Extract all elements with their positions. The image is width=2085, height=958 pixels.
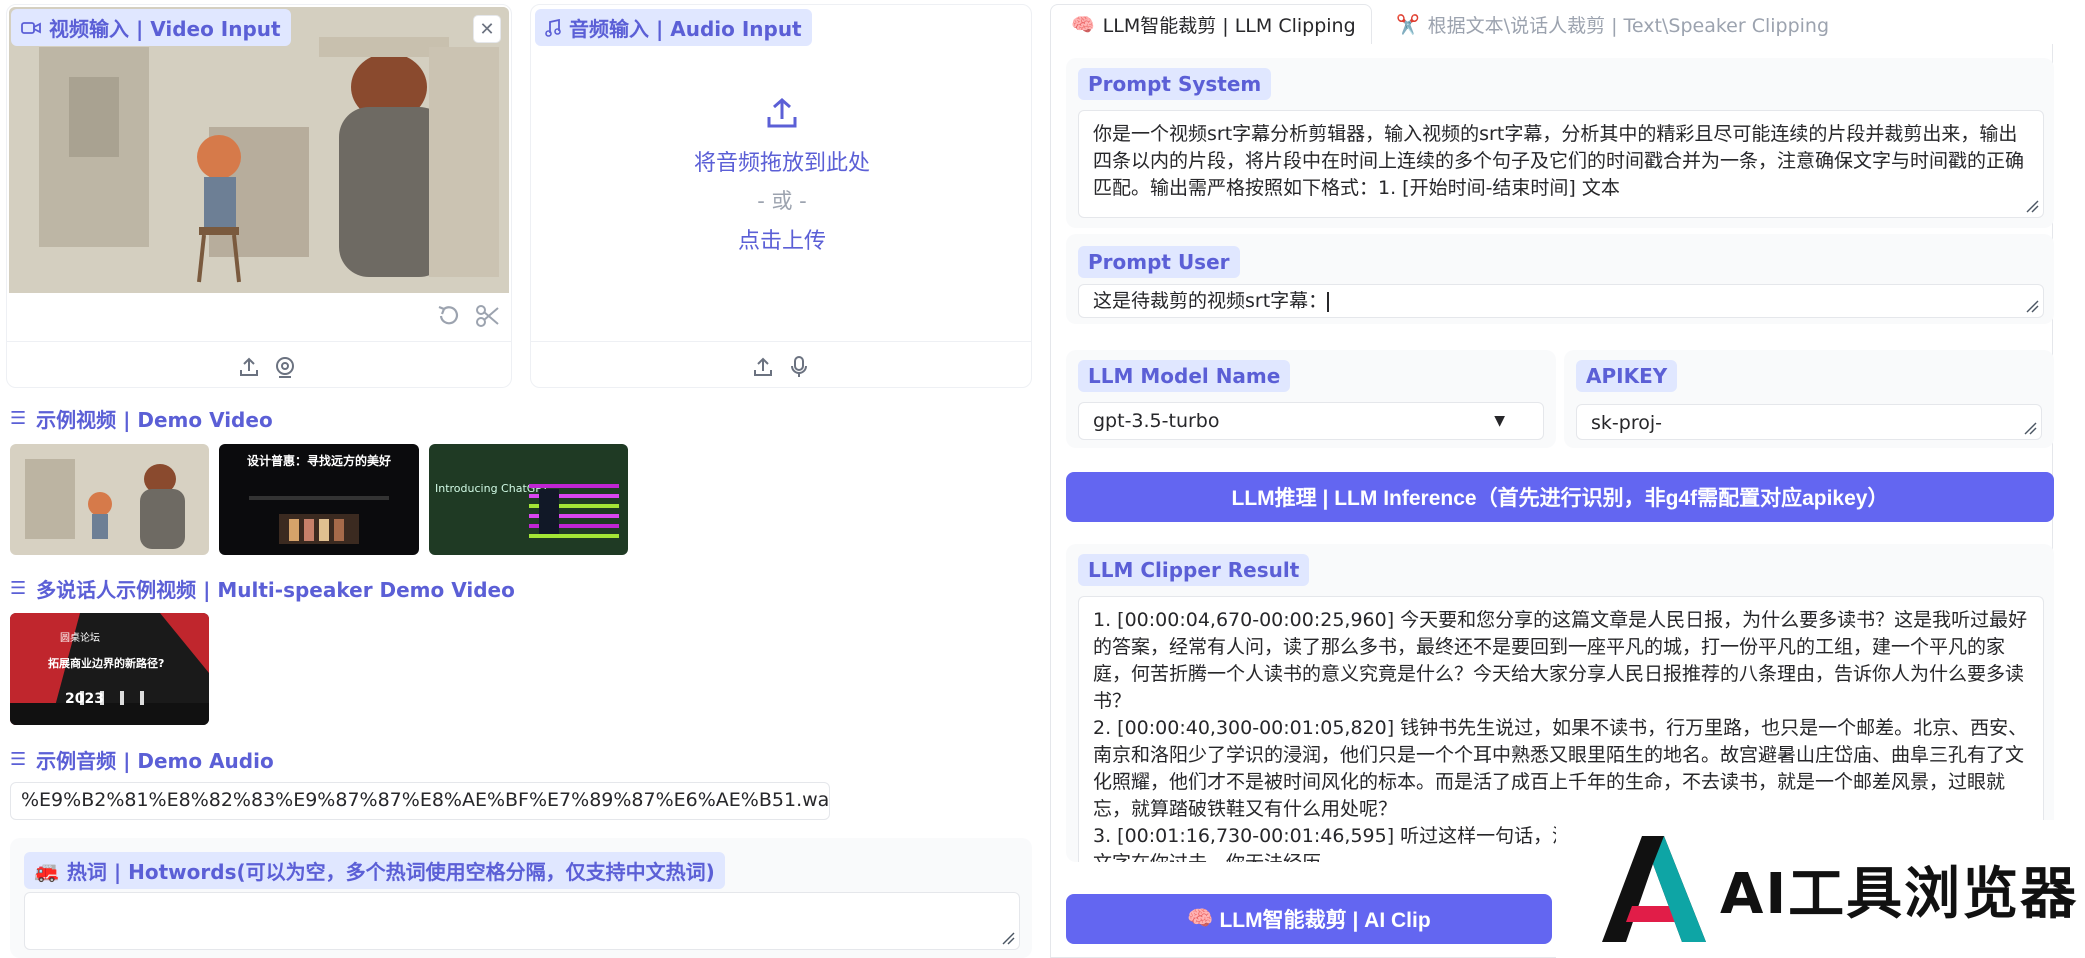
video-input-panel: ✕ 视频输入 | Video Input — [6, 4, 512, 388]
video-player[interactable]: ✕ — [9, 7, 509, 293]
llm-inference-button[interactable]: LLM推理 | LLM Inference（首先进行识别，非g4f需配置对应ap… — [1066, 472, 2054, 522]
video-input-label-text: 视频输入 | Video Input — [49, 17, 281, 41]
hotwords-input[interactable] — [24, 892, 1020, 950]
close-video-button[interactable]: ✕ — [473, 15, 501, 43]
dropdown-caret-icon: ▼ — [1494, 413, 1505, 429]
audio-input-label: 音频输入 | Audio Input — [535, 9, 812, 46]
audio-or-text: - 或 - — [757, 189, 807, 213]
trim-scissors-icon[interactable] — [475, 303, 501, 329]
list-icon: ☰ — [10, 408, 27, 429]
resize-grip-icon[interactable] — [1001, 931, 1015, 945]
clipper-result-line-1: 1. [00:00:04,670-00:00:25,960] 今天要和您分享的这… — [1093, 609, 2028, 712]
microphone-icon[interactable] — [787, 355, 811, 379]
apikey-label: APIKEY — [1576, 360, 1678, 392]
ai-clip-button-label: LLM智能裁剪 | AI Clip — [1219, 909, 1431, 932]
demo-video-thumb-2[interactable]: 设计普惠：寻找远方的美好 — [219, 444, 419, 555]
demo-audio-title: ☰ 示例音频 | Demo Audio — [10, 745, 274, 774]
llm-model-value: gpt-3.5-turbo — [1093, 410, 1220, 432]
audio-input-panel: 音频输入 | Audio Input 将音频拖放到此处 - 或 - 点击上传 — [530, 4, 1032, 388]
multi-speaker-title-text: 多说话人示例视频 | Multi-speaker Demo Video — [36, 578, 515, 602]
prompt-system-panel: Prompt System 你是一个视频srt字幕分析剪辑器，输入视频的srt字… — [1066, 58, 2054, 228]
scissors-icon: ✂️ — [1396, 13, 1420, 36]
demo-audio-title-text: 示例音频 | Demo Audio — [36, 749, 274, 773]
tab-llm-clipping[interactable]: 🧠 LLM智能裁剪 | LLM Clipping — [1050, 4, 1372, 44]
tab-text-speaker-clipping-label: 根据文本\说话人裁剪 | Text\Speaker Clipping — [1427, 14, 1830, 37]
llm-model-label: LLM Model Name — [1078, 360, 1291, 392]
multi-speaker-thumb[interactable]: 圆桌论坛 拓展商业边界的新路径? 2023 — [10, 613, 209, 725]
upload-icon[interactable] — [237, 355, 261, 379]
audio-click-upload[interactable]: 点击上传 — [531, 223, 1033, 255]
video-camera-icon — [21, 21, 41, 34]
video-input-label: 视频输入 | Video Input — [11, 9, 291, 46]
prompt-user-panel: Prompt User 这是待裁剪的视频srt字幕： — [1066, 234, 2054, 324]
demo-video-title: ☰ 示例视频 | Demo Video — [10, 404, 273, 433]
demo-video-title-text: 示例视频 | Demo Video — [36, 408, 273, 432]
list-icon: ☰ — [10, 749, 27, 770]
upload-icon[interactable] — [751, 355, 775, 379]
video-source-tools — [237, 355, 297, 379]
demo-audio-file[interactable]: %E9%B2%81%E8%82%83%E9%87%87%E8%AE%BF%E7%… — [10, 782, 830, 820]
multi-speaker-thumb-line3: 2023 — [65, 691, 104, 707]
demo-audio-file-name: %E9%B2%81%E8%82%83%E9%87%87%E8%AE%BF%E7%… — [21, 789, 830, 811]
audio-source-tools — [751, 355, 811, 379]
watermark: AI工具浏览器 — [1556, 820, 2085, 958]
text-cursor — [1327, 291, 1330, 312]
prompt-system-input[interactable]: 你是一个视频srt字幕分析剪辑器，输入视频的srt字幕，分析其中的精彩且尽可能连… — [1078, 110, 2044, 218]
audio-drop-text: 将音频拖放到此处 — [693, 151, 870, 176]
prompt-user-input[interactable]: 这是待裁剪的视频srt字幕： — [1078, 284, 2044, 318]
resize-grip-icon[interactable] — [2025, 199, 2039, 213]
clipper-result-panel: LLM Clipper Result 1. [00:00:04,670-00:0… — [1066, 544, 2054, 862]
multi-speaker-thumb-line2: 拓展商业边界的新路径? — [48, 657, 165, 670]
brain-icon: 🧠 — [1187, 907, 1214, 930]
multi-speaker-title: ☰ 多说话人示例视频 | Multi-speaker Demo Video — [10, 574, 515, 603]
list-icon: ☰ — [10, 578, 27, 599]
truck-icon: 🚒 — [34, 858, 59, 883]
demo-video-thumb-3[interactable]: Introducing ChatGPT — [429, 444, 628, 555]
demo-video-thumb-2-title: 设计普惠：寻找远方的美好 — [246, 454, 391, 468]
llm-model-panel: LLM Model Name gpt-3.5-turbo ▼ — [1066, 350, 1556, 448]
watermark-text: AI工具浏览器 — [1720, 861, 2079, 927]
apikey-input[interactable]: sk-proj- — [1576, 404, 2042, 440]
resize-grip-icon[interactable] — [2023, 421, 2037, 435]
clipper-result-label: LLM Clipper Result — [1078, 554, 1310, 586]
video-frame — [9, 7, 509, 293]
audio-dropzone[interactable]: 将音频拖放到此处 - 或 - 点击上传 — [531, 95, 1033, 265]
llm-model-select[interactable]: gpt-3.5-turbo ▼ — [1078, 402, 1544, 440]
hotwords-label: 🚒 热词 | Hotwords(可以为空，多个热词使用空格分隔，仅支持中文热词) — [24, 852, 725, 889]
demo-video-thumb-1[interactable] — [10, 444, 209, 555]
audio-input-label-text: 音频输入 | Audio Input — [569, 17, 802, 41]
prompt-user-label: Prompt User — [1078, 246, 1240, 278]
hotwords-label-text: 热词 | Hotwords(可以为空，多个热词使用空格分隔，仅支持中文热词) — [66, 860, 715, 884]
upload-arrow-icon — [767, 98, 797, 128]
tab-llm-clipping-label: LLM智能裁剪 | LLM Clipping — [1102, 15, 1356, 37]
watermark-logo — [1602, 836, 1706, 942]
tab-text-speaker-clipping[interactable]: ✂️ 根据文本\说话人裁剪 | Text\Speaker Clipping — [1382, 4, 1829, 44]
llm-inference-button-label: LLM推理 | LLM Inference（首先进行识别，非g4f需配置对应ap… — [1231, 487, 1889, 510]
multi-speaker-thumb-line1: 圆桌论坛 — [60, 633, 100, 644]
clipper-result-line-2: 2. [00:00:40,300-00:01:05,820] 钱钟书先生说过，如… — [1093, 717, 2028, 820]
ai-clip-button[interactable]: 🧠 LLM智能裁剪 | AI Clip — [1066, 894, 1552, 944]
brain-icon: 🧠 — [1071, 14, 1095, 36]
music-note-icon — [545, 18, 561, 37]
undo-icon[interactable] — [435, 303, 461, 329]
prompt-system-label: Prompt System — [1078, 68, 1272, 100]
close-icon: ✕ — [479, 19, 495, 39]
resize-grip-icon[interactable] — [2025, 299, 2039, 313]
webcam-icon[interactable] — [273, 355, 297, 379]
apikey-panel: APIKEY sk-proj- — [1564, 350, 2054, 448]
hotwords-panel: 🚒 热词 | Hotwords(可以为空，多个热词使用空格分隔，仅支持中文热词) — [10, 838, 1032, 958]
video-edit-tools — [435, 303, 501, 329]
